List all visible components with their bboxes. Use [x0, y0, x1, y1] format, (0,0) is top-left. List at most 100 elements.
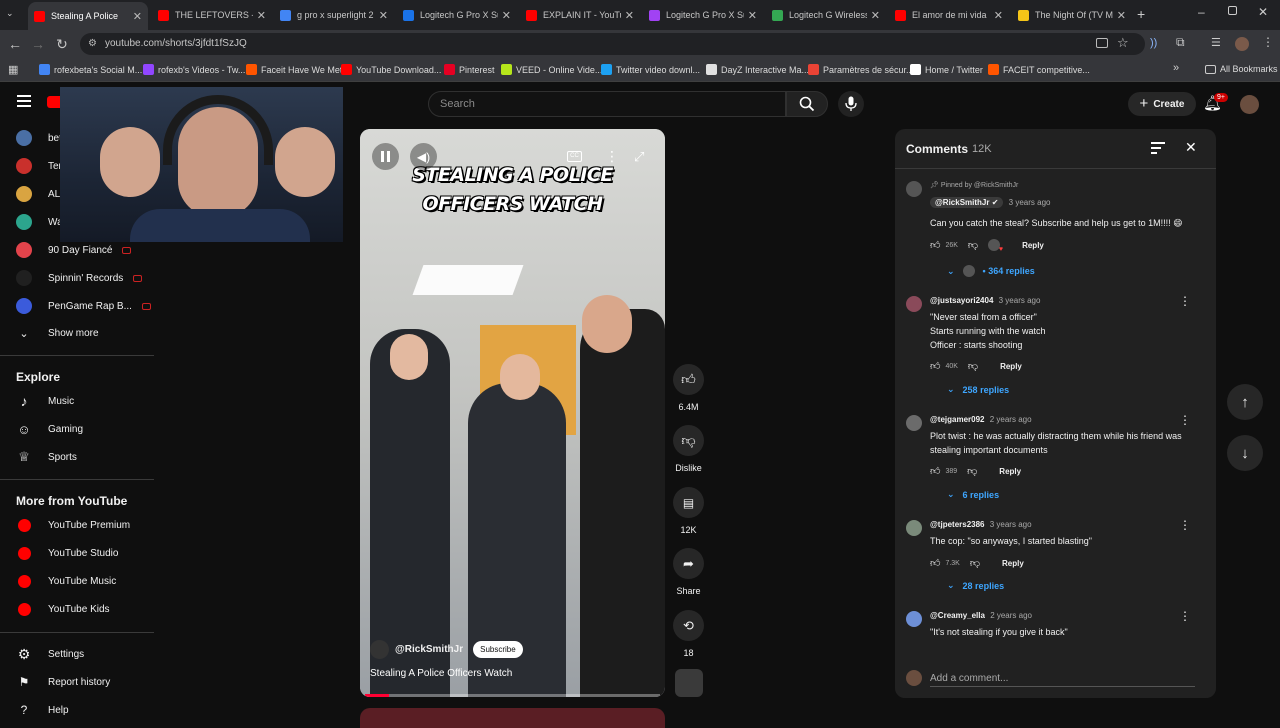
all-bookmarks-folder[interactable]: All Bookmarks — [1205, 64, 1278, 74]
apps-grid-icon[interactable]: ▦ — [8, 63, 18, 76]
sound-thumbnail[interactable] — [675, 669, 703, 697]
close-tab-icon[interactable]: ✕ — [744, 9, 757, 22]
bookmarks-overflow-icon[interactable]: » — [1173, 62, 1179, 74]
captions-button[interactable]: CC — [567, 151, 582, 162]
browser-tab[interactable]: Logitech G Pro X Sup✕ — [397, 4, 517, 26]
video-title[interactable]: Stealing A Police Officers Watch — [370, 668, 512, 679]
thumbs-down-icon[interactable]: 👎︎ — [970, 557, 980, 569]
bookmark-item[interactable]: Home / Twitter — [910, 64, 983, 75]
back-button[interactable]: ← — [7, 36, 23, 52]
reload-button[interactable]: ↻ — [54, 36, 70, 52]
voice-search-button[interactable] — [838, 91, 864, 117]
thumbs-up-icon[interactable]: 👍︎ — [930, 239, 940, 251]
sidebar-subscription-item[interactable]: PenGame Rap B... — [16, 296, 151, 316]
install-app-icon[interactable] — [1096, 38, 1108, 48]
sidebar-item-music[interactable]: ♪ Music — [16, 391, 75, 411]
browser-tab[interactable]: The Night Of (TV Mi ✕ — [1012, 4, 1132, 26]
browser-tab[interactable]: Logitech G Wireless ✕ — [766, 4, 886, 26]
dislike-action[interactable]: 👎︎ Dislike — [673, 425, 704, 473]
next-video-preview[interactable] — [360, 708, 665, 728]
video-progress-bar[interactable] — [365, 694, 660, 697]
close-tab-icon[interactable]: ✕ — [990, 9, 1003, 22]
reply-button[interactable]: Reply — [1000, 362, 1022, 371]
thumbs-down-icon[interactable]: 👎︎ — [968, 360, 978, 372]
hamburger-menu-icon[interactable] — [17, 95, 31, 107]
tab-search-icon[interactable]: ⌄ — [6, 8, 18, 20]
bookmark-item[interactable]: FACEIT competitive... — [988, 64, 1090, 75]
dislike-button[interactable]: 👎︎ — [673, 425, 704, 456]
remix-button[interactable]: ⟲ — [673, 610, 704, 641]
omnibox[interactable]: ⚙ youtube.com/shorts/3jfdt1fSzJQ ☆ — [80, 33, 1145, 55]
thumbs-up-icon[interactable]: 👍︎ — [930, 360, 940, 372]
view-replies-button[interactable]: ⌄ 28 replies — [947, 580, 1004, 591]
view-replies-button[interactable]: ⌄ • 364 replies — [947, 265, 1035, 277]
pause-button[interactable] — [372, 143, 399, 170]
reply-button[interactable]: Reply — [1022, 241, 1044, 250]
sidebar-item-gaming[interactable]: ☺ Gaming — [16, 419, 83, 439]
sidebar-subscription-item[interactable]: Ter — [16, 156, 62, 176]
sidebar-item-youtube-app[interactable]: YouTube Kids — [16, 599, 110, 619]
bookmark-star-icon[interactable]: ☆ — [1117, 35, 1129, 51]
bookmark-item[interactable]: Twitter video downl... — [601, 64, 700, 75]
thumbs-up-icon[interactable]: 👍︎ — [930, 465, 940, 477]
bookmark-item[interactable]: Faceit Have We Met — [246, 64, 342, 75]
sidebar-subscription-item[interactable]: 90 Day Fiancé — [16, 240, 132, 260]
bookmark-item[interactable]: rofexbeta's Social M... — [39, 64, 142, 75]
volume-button[interactable]: ◀) — [410, 143, 437, 170]
bookmark-item[interactable]: YouTube Download... — [341, 64, 441, 75]
maximize-button[interactable] — [1228, 6, 1237, 15]
comments-button[interactable]: ▤ — [673, 487, 704, 518]
comment-menu-icon[interactable]: ⋮ — [1179, 519, 1191, 531]
comment-avatar[interactable] — [906, 415, 922, 431]
like-action[interactable]: 👍︎ 6.4M — [673, 364, 704, 412]
reading-list-icon[interactable]: ☰ — [1211, 36, 1221, 49]
thumbs-down-icon[interactable]: 👎︎ — [967, 465, 977, 477]
share-button[interactable]: ➦ — [673, 548, 704, 579]
thumbs-up-icon[interactable]: 👍︎ — [930, 557, 940, 569]
add-comment-input[interactable]: Add a comment... — [930, 669, 1195, 687]
sidebar-item-sports[interactable]: ♕ Sports — [16, 447, 77, 467]
comment-author[interactable]: @tjpeters2386 — [930, 520, 985, 529]
close-tab-icon[interactable]: ✕ — [1113, 9, 1126, 22]
close-tab-icon[interactable]: ✕ — [253, 9, 266, 22]
close-tab-icon[interactable]: ✕ — [867, 9, 880, 22]
next-short-button[interactable]: ↓ — [1227, 435, 1263, 471]
sidebar-subscription-item[interactable]: AL — [16, 184, 60, 204]
subscribe-button[interactable]: Subscribe — [473, 641, 523, 658]
comment-menu-icon[interactable]: ⋮ — [1179, 414, 1191, 426]
site-info-icon[interactable]: ⚙ — [88, 38, 97, 49]
close-window-button[interactable]: ✕ — [1258, 5, 1268, 19]
browser-tab[interactable]: Logitech G Pro X Sup✕ — [643, 4, 763, 26]
comment-author[interactable]: @tejgamer092 — [930, 415, 985, 424]
close-icon[interactable]: ✕ — [1185, 139, 1197, 156]
more-options-icon[interactable]: ⋮ — [605, 148, 619, 165]
comment-avatar[interactable] — [906, 181, 922, 197]
sidebar-item-help[interactable]: ? Help — [16, 700, 69, 720]
channel-avatar[interactable] — [370, 640, 389, 659]
browser-tab[interactable]: g pro x superlight 2 ✕ — [274, 4, 394, 26]
previous-short-button[interactable]: ↑ — [1227, 384, 1263, 420]
extension-icon[interactable]: )) — [1150, 37, 1157, 49]
fullscreen-icon[interactable]: ⤢ — [634, 149, 644, 165]
sidebar-subscription-item[interactable]: bet — [16, 128, 62, 148]
comment-menu-icon[interactable]: ⋮ — [1179, 295, 1191, 307]
profile-avatar[interactable] — [1235, 37, 1249, 51]
sidebar-item-youtube-app[interactable]: YouTube Studio — [16, 543, 118, 563]
forward-button[interactable]: → — [30, 36, 46, 52]
extensions-puzzle-icon[interactable]: ⧉ — [1176, 35, 1185, 50]
comment-author[interactable]: @justsayori2404 — [930, 296, 993, 305]
like-button[interactable]: 👍︎ — [673, 364, 704, 395]
comment-menu-icon[interactable]: ⋮ — [1179, 610, 1191, 622]
browser-tab[interactable]: THE LEFTOVERS - Se✕ — [152, 4, 272, 26]
browser-menu-icon[interactable]: ⋮ — [1262, 35, 1274, 49]
search-button[interactable] — [786, 91, 828, 117]
comment-avatar[interactable] — [906, 520, 922, 536]
sidebar-item-youtube-app[interactable]: YouTube Music — [16, 571, 116, 591]
show-more-button[interactable]: ⌄ Show more — [16, 323, 98, 343]
close-tab-icon[interactable]: ✕ — [498, 9, 511, 22]
sidebar-item-youtube-app[interactable]: YouTube Premium — [16, 515, 130, 535]
browser-tab[interactable]: Stealing A Police ✕ — [28, 2, 148, 30]
sidebar-subscription-item[interactable]: Wa — [16, 212, 63, 232]
reply-button[interactable]: Reply — [999, 467, 1021, 476]
sort-icon[interactable] — [1151, 142, 1165, 154]
